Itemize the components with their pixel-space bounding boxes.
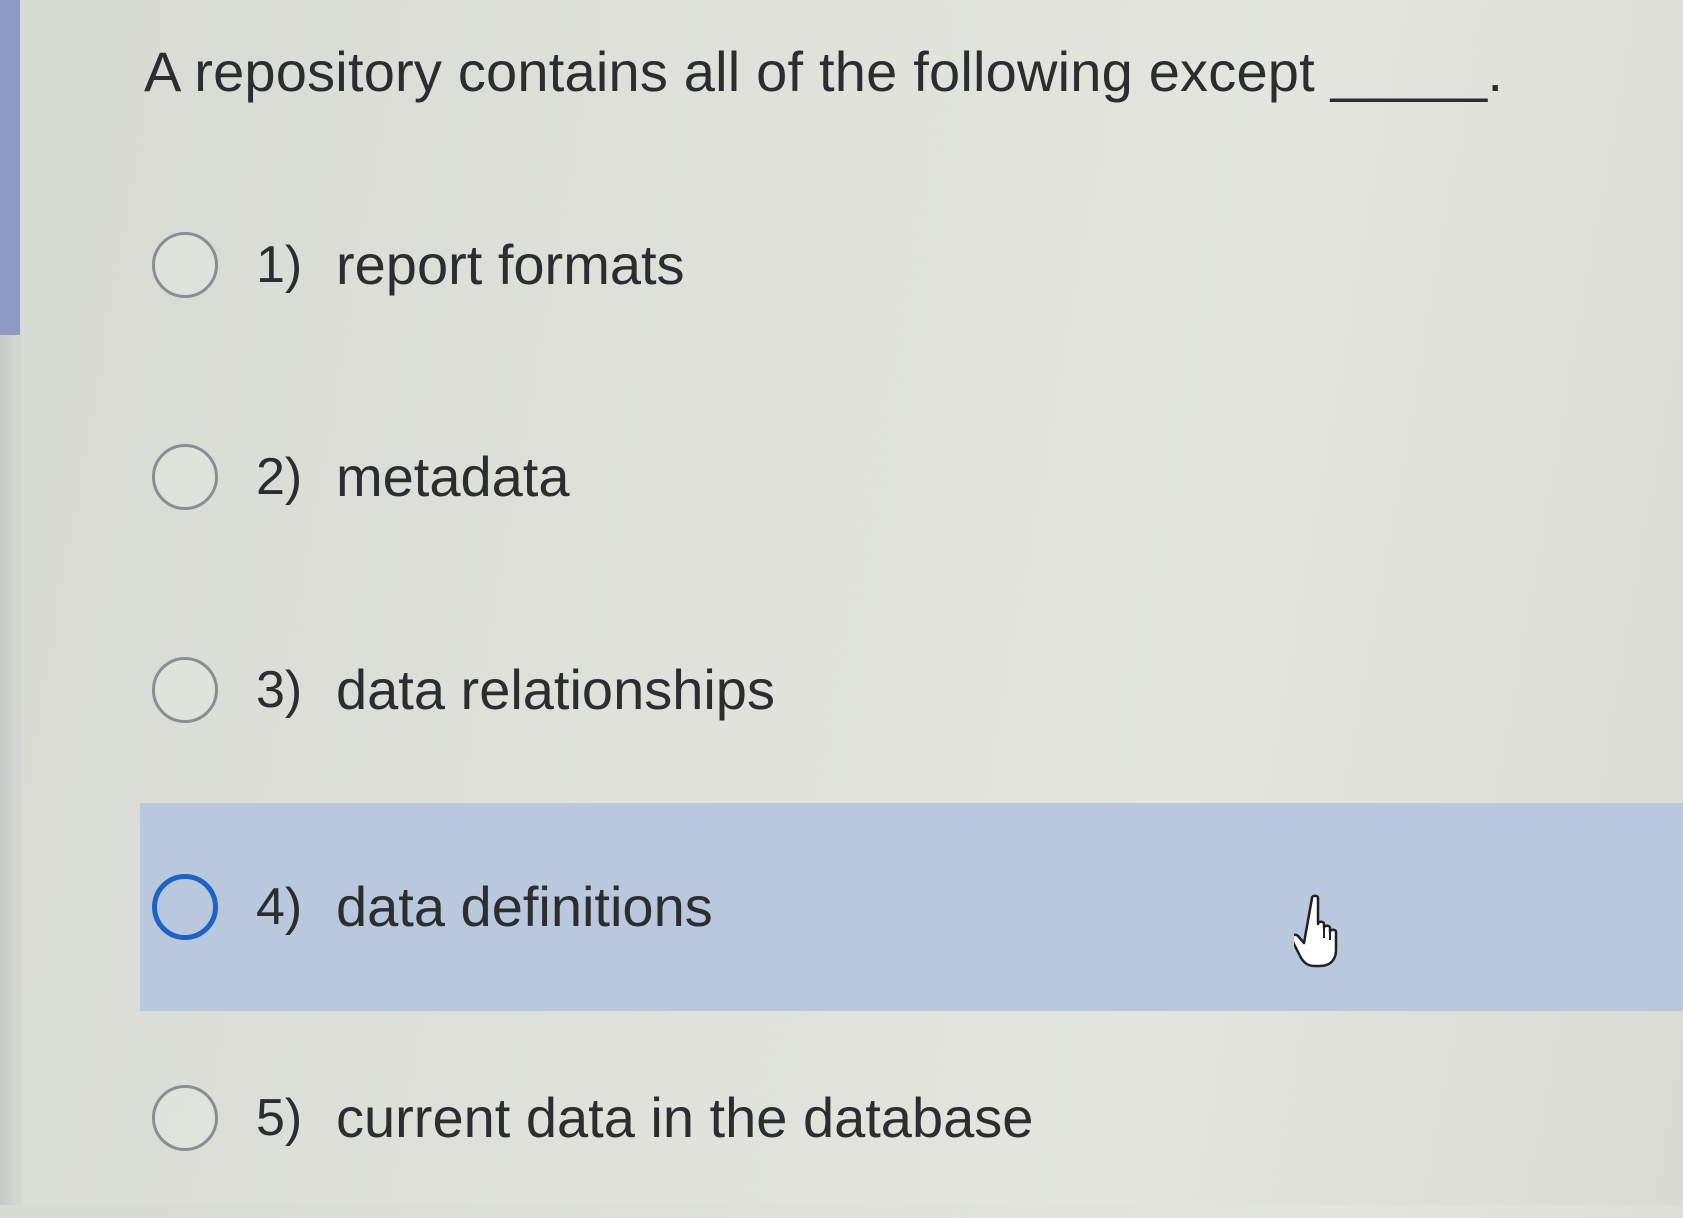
radio-button[interactable] xyxy=(152,232,218,298)
hand-pointer-icon xyxy=(1294,894,1338,968)
option-3[interactable]: 3) data relationships xyxy=(140,590,1683,790)
option-1[interactable]: 1) report formats xyxy=(140,165,1683,365)
option-2[interactable]: 2) metadata xyxy=(140,377,1683,577)
option-label: metadata xyxy=(336,445,570,508)
option-4[interactable]: 4) data definitions xyxy=(140,803,1683,1011)
option-label: report formats xyxy=(336,233,685,296)
option-number: 3) xyxy=(256,661,303,719)
option-label: current data in the database xyxy=(336,1086,1034,1149)
radio-button[interactable] xyxy=(152,1085,218,1151)
option-number: 5) xyxy=(256,1089,303,1147)
option-number: 4) xyxy=(256,878,303,936)
option-number: 1) xyxy=(256,236,303,294)
radio-button[interactable] xyxy=(152,874,218,940)
option-number: 2) xyxy=(256,448,303,506)
option-label: data relationships xyxy=(336,658,775,721)
radio-button[interactable] xyxy=(152,444,218,510)
option-5[interactable]: 5) current data in the database xyxy=(140,1018,1683,1218)
radio-button[interactable] xyxy=(152,657,218,723)
option-label: data definitions xyxy=(336,875,713,938)
answer-options: 1) report formats 2) metadata 3) data re… xyxy=(0,0,1683,1205)
